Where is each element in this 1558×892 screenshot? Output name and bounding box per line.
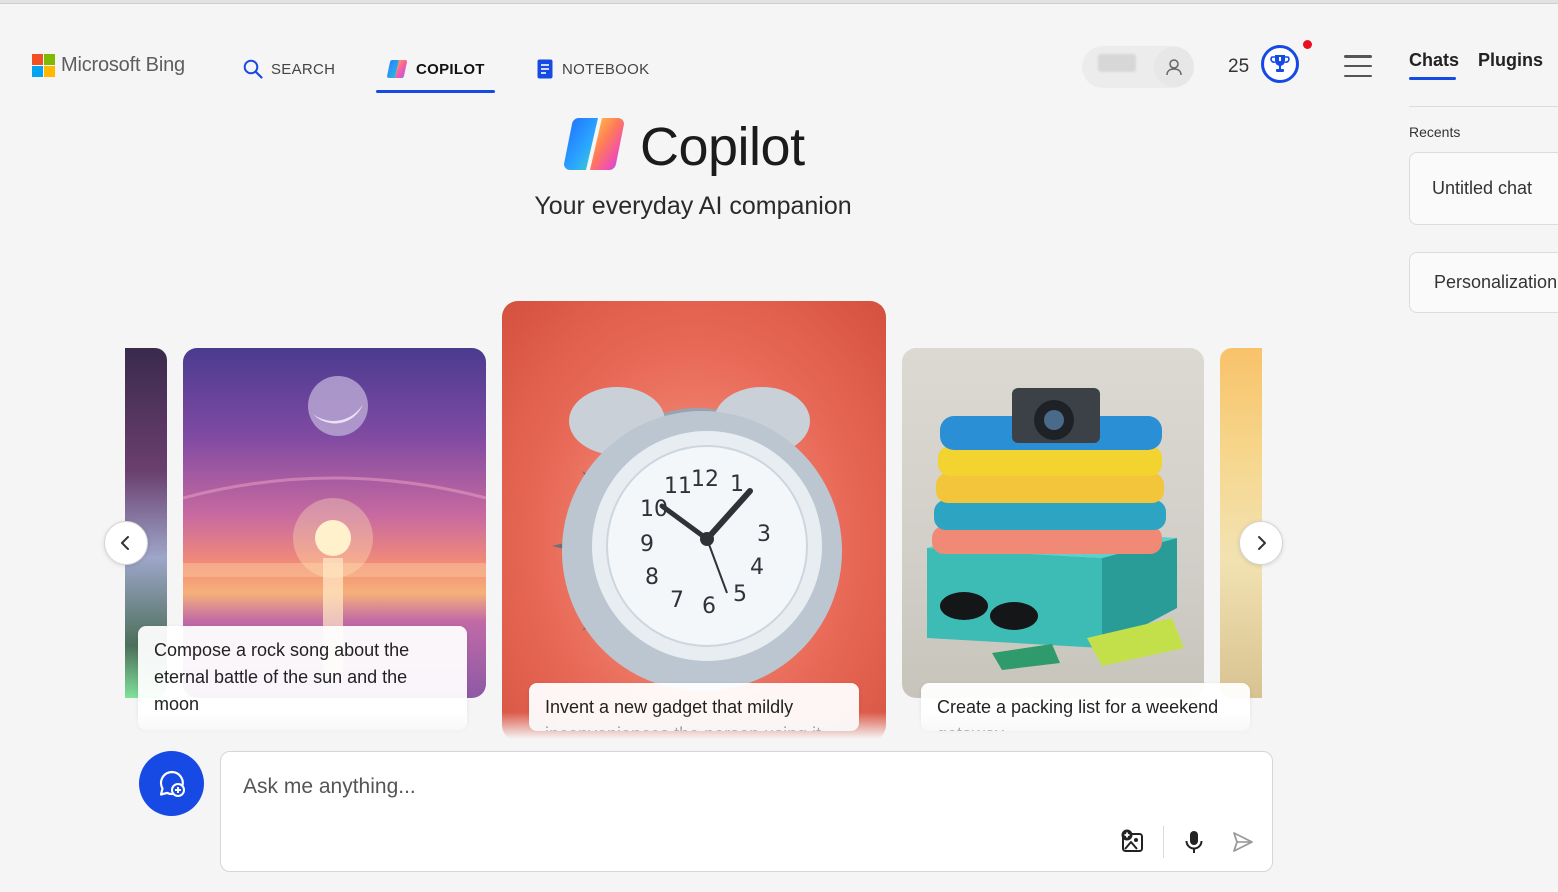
- svg-text:8: 8: [645, 565, 659, 590]
- carousel-fade: [120, 712, 1270, 742]
- carousel-card-packing[interactable]: [902, 348, 1204, 698]
- tab-plugins[interactable]: Plugins: [1478, 50, 1543, 71]
- send-icon: [1233, 832, 1253, 852]
- add-image-icon: [1121, 829, 1143, 852]
- image-upload-button[interactable]: [1119, 828, 1147, 856]
- brand-name: Microsoft Bing: [61, 54, 185, 76]
- notebook-icon: [537, 59, 553, 79]
- rewards-points[interactable]: 25: [1228, 56, 1249, 78]
- toolbar-divider: [1163, 826, 1164, 858]
- chevron-right-icon: [1258, 536, 1266, 550]
- new-chat-icon: [159, 770, 185, 797]
- svg-text:7: 7: [670, 588, 684, 613]
- svg-text:12: 12: [691, 467, 719, 492]
- svg-text:4: 4: [750, 555, 764, 580]
- menu-icon[interactable]: [1344, 55, 1372, 77]
- svg-text:6: 6: [702, 594, 716, 619]
- user-icon: [1166, 59, 1182, 76]
- svg-text:11: 11: [664, 474, 692, 499]
- new-topic-button[interactable]: [139, 751, 204, 816]
- panel-divider: [1409, 106, 1558, 107]
- account-name-redacted: [1098, 54, 1136, 72]
- recents-label: Recents: [1409, 124, 1461, 140]
- microsoft-logo-icon: [32, 54, 55, 77]
- microphone-icon: [1185, 831, 1203, 853]
- page-subtitle: Your everyday AI companion: [534, 192, 852, 220]
- recent-chat-item[interactable]: Untitled chat: [1409, 152, 1558, 225]
- search-icon: [243, 59, 263, 79]
- personalization-label: Personalization: [1434, 272, 1558, 292]
- chat-input[interactable]: [241, 768, 1105, 806]
- alarm-clock-illustration: 12 1 1110 39 84 765: [552, 387, 842, 691]
- svg-text:1: 1: [730, 472, 744, 497]
- active-tab-indicator: [376, 90, 495, 93]
- svg-text:9: 9: [640, 532, 654, 557]
- chats-tab-indicator: [1409, 77, 1456, 80]
- trophy-icon: [1270, 55, 1290, 72]
- voice-input-button[interactable]: [1180, 828, 1208, 856]
- rewards-button[interactable]: [1261, 45, 1299, 83]
- chevron-left-icon: [121, 536, 129, 550]
- svg-text:5: 5: [733, 582, 747, 607]
- svg-text:3: 3: [757, 522, 771, 547]
- carousel-card-gadget[interactable]: 12 1 11 10 39 84 765: [502, 301, 886, 741]
- nav-notebook[interactable]: NOTEBOOK: [536, 44, 649, 94]
- notification-dot: [1303, 40, 1312, 49]
- personalization-button[interactable]: Personalization: [1409, 252, 1558, 313]
- carousel-next-button[interactable]: [1239, 521, 1283, 565]
- nav-notebook-label: NOTEBOOK: [562, 60, 650, 78]
- nav-search-label: SEARCH: [271, 60, 336, 78]
- copilot-icon: [387, 60, 407, 78]
- tab-chats[interactable]: Chats: [1409, 50, 1459, 71]
- nav-copilot[interactable]: COPILOT: [386, 44, 485, 94]
- chat-composer: [220, 751, 1273, 872]
- avatar[interactable]: [1154, 47, 1194, 87]
- microsoft-bing-logo[interactable]: Microsoft Bing: [32, 54, 185, 77]
- packing-illustration: [927, 388, 1184, 670]
- page-title: Copilot: [640, 117, 805, 177]
- nav-copilot-label: COPILOT: [416, 60, 485, 78]
- nav-search[interactable]: SEARCH: [243, 44, 335, 94]
- recent-chat-title: Untitled chat: [1432, 178, 1533, 198]
- copilot-logo-icon: [564, 118, 624, 170]
- send-button[interactable]: [1229, 828, 1257, 856]
- carousel-prev-button[interactable]: [104, 521, 148, 565]
- window-top-border: [0, 0, 1558, 4]
